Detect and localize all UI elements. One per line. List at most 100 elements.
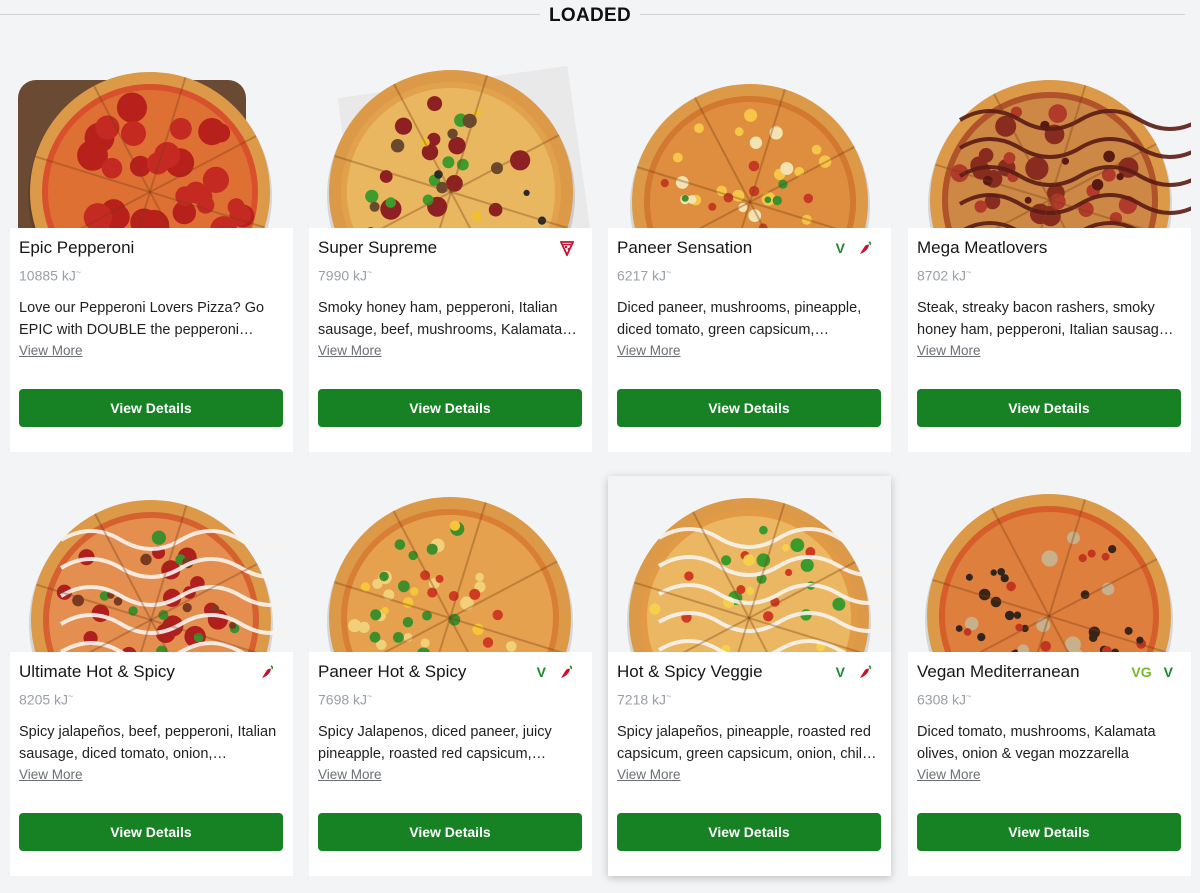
topping-shape (684, 571, 694, 581)
product-image[interactable] (309, 52, 592, 228)
vegetarian-badge: V (536, 664, 546, 680)
view-details-button[interactable]: View Details (318, 813, 582, 851)
view-more-link[interactable]: View More (19, 343, 83, 358)
topping-shape (1124, 626, 1133, 635)
energy-text: 10885 kJ (19, 267, 76, 284)
energy-footnote-mark: ~ (666, 691, 672, 701)
topping-shape (974, 200, 987, 213)
topping-shape (385, 197, 396, 208)
topping-shape (1116, 173, 1124, 181)
view-more-link[interactable]: View More (318, 343, 382, 358)
product-name: Mega Meatlovers (917, 238, 1048, 257)
topping-shape (743, 554, 755, 566)
energy-value: 8702 kJ~ (917, 267, 971, 284)
topping-shape (745, 587, 754, 596)
energy-text: 8702 kJ (917, 267, 967, 284)
topping-shape (379, 571, 389, 582)
topping-shape (1040, 641, 1051, 652)
view-more-link[interactable]: View More (917, 767, 981, 782)
view-details-button[interactable]: View Details (318, 389, 582, 427)
topping-shape (749, 136, 763, 149)
product-image[interactable] (608, 476, 891, 652)
energy-value: 8205 kJ~ (19, 691, 73, 708)
topping-shape (1108, 545, 1117, 554)
product-card[interactable]: Vegan Mediterranean VG V 6308 kJ~ Diced toma… (908, 476, 1191, 876)
topping-shape (402, 617, 414, 628)
product-image[interactable] (608, 52, 891, 228)
pizza-slice-icon (560, 241, 574, 256)
product-description: Spicy jalapeños, beef, pepperoni, Italia… (19, 724, 277, 762)
topping-shape (369, 201, 380, 212)
topping-shape (1078, 554, 1087, 563)
product-description: Steak, streaky bacon rashers, smoky hone… (917, 300, 1174, 338)
product-description: Diced tomato, mushrooms, Kalamata olives… (917, 724, 1156, 762)
energy-value: 7698 kJ~ (318, 691, 372, 708)
view-more-link[interactable]: View More (917, 343, 981, 358)
dietary-badges: V (836, 662, 873, 682)
topping-shape (744, 108, 758, 122)
product-image[interactable] (908, 52, 1191, 228)
topping-shape (365, 189, 379, 203)
product-image[interactable] (10, 476, 293, 652)
view-details-button[interactable]: View Details (917, 813, 1181, 851)
product-card[interactable]: Paneer Hot & Spicy V 7698 kJ~ Spicy Jalapen… (309, 476, 592, 876)
product-card[interactable]: Paneer Sensation V 6217 kJ~ Diced paneer, m… (608, 52, 891, 452)
product-card[interactable]: Ultimate Hot & Spicy 8205 kJ~ Spicy jalape… (10, 476, 293, 876)
topping-shape (207, 609, 228, 630)
topping-shape (759, 525, 768, 535)
view-details-button[interactable]: View Details (19, 813, 283, 851)
energy-footnote-mark: ~ (75, 267, 82, 277)
view-more-link[interactable]: View More (318, 767, 382, 782)
dietary-badges (259, 662, 275, 682)
topping-shape (721, 555, 732, 566)
topping-shape (348, 619, 362, 633)
topping-shape (736, 585, 746, 594)
product-card[interactable]: Mega Meatlovers 8702 kJ~ Steak, streaky ba… (908, 52, 1191, 452)
topping-shape (977, 633, 986, 642)
view-details-button[interactable]: View Details (617, 389, 881, 427)
topping-shape (681, 194, 689, 202)
product-card[interactable]: Epic Pepperoni 10885 kJ~ Love our Pepperon… (10, 52, 293, 452)
topping-shape (447, 128, 458, 139)
product-name: Epic Pepperoni (19, 238, 135, 257)
topping-shape (772, 195, 782, 206)
chilli-icon (262, 665, 274, 678)
topping-shape (1004, 610, 1015, 621)
view-details-button[interactable]: View Details (917, 389, 1181, 427)
view-more-link[interactable]: View More (19, 767, 83, 782)
energy-footnote-mark: ~ (966, 691, 972, 701)
topping-shape (790, 538, 805, 552)
energy-footnote-mark: ~ (68, 691, 74, 701)
topping-shape (1103, 150, 1115, 163)
topping-shape (811, 144, 822, 155)
topping-shape (390, 139, 405, 153)
dietary-badges: V (836, 238, 873, 258)
topping-shape (763, 611, 774, 622)
energy-footnote-mark: ~ (367, 267, 373, 277)
view-details-button[interactable]: View Details (617, 813, 881, 851)
product-image[interactable] (10, 52, 293, 228)
energy-text: 6217 kJ (617, 267, 667, 284)
topping-shape (997, 568, 1005, 576)
topping-shape (182, 603, 192, 613)
view-details-button[interactable]: View Details (19, 389, 283, 427)
product-image[interactable] (309, 476, 592, 652)
view-more-link[interactable]: View More (617, 343, 681, 358)
product-card[interactable]: Super Supreme 7990 kJ~ Smoky honey ham, pe… (309, 52, 592, 452)
vegetarian-badge: V (835, 664, 845, 680)
header-divider-left (0, 14, 540, 15)
section-title: LOADED (548, 5, 632, 26)
topping-shape (475, 572, 484, 582)
topping-shape (694, 123, 704, 134)
product-card[interactable]: Hot & Spicy Veggie V 7218 kJ~ Spicy jalapeñ… (608, 476, 891, 876)
topping-shape (1087, 549, 1096, 558)
product-description: Diced paneer, mushrooms, pineapple, dice… (617, 300, 862, 338)
topping-shape (995, 115, 1017, 137)
topping-shape (393, 632, 404, 643)
topping-shape (394, 117, 413, 135)
energy-text: 7990 kJ (318, 267, 368, 284)
topping-shape (649, 603, 661, 615)
view-more-link[interactable]: View More (617, 767, 681, 782)
topping-shape (492, 609, 503, 621)
product-image[interactable] (908, 476, 1191, 652)
